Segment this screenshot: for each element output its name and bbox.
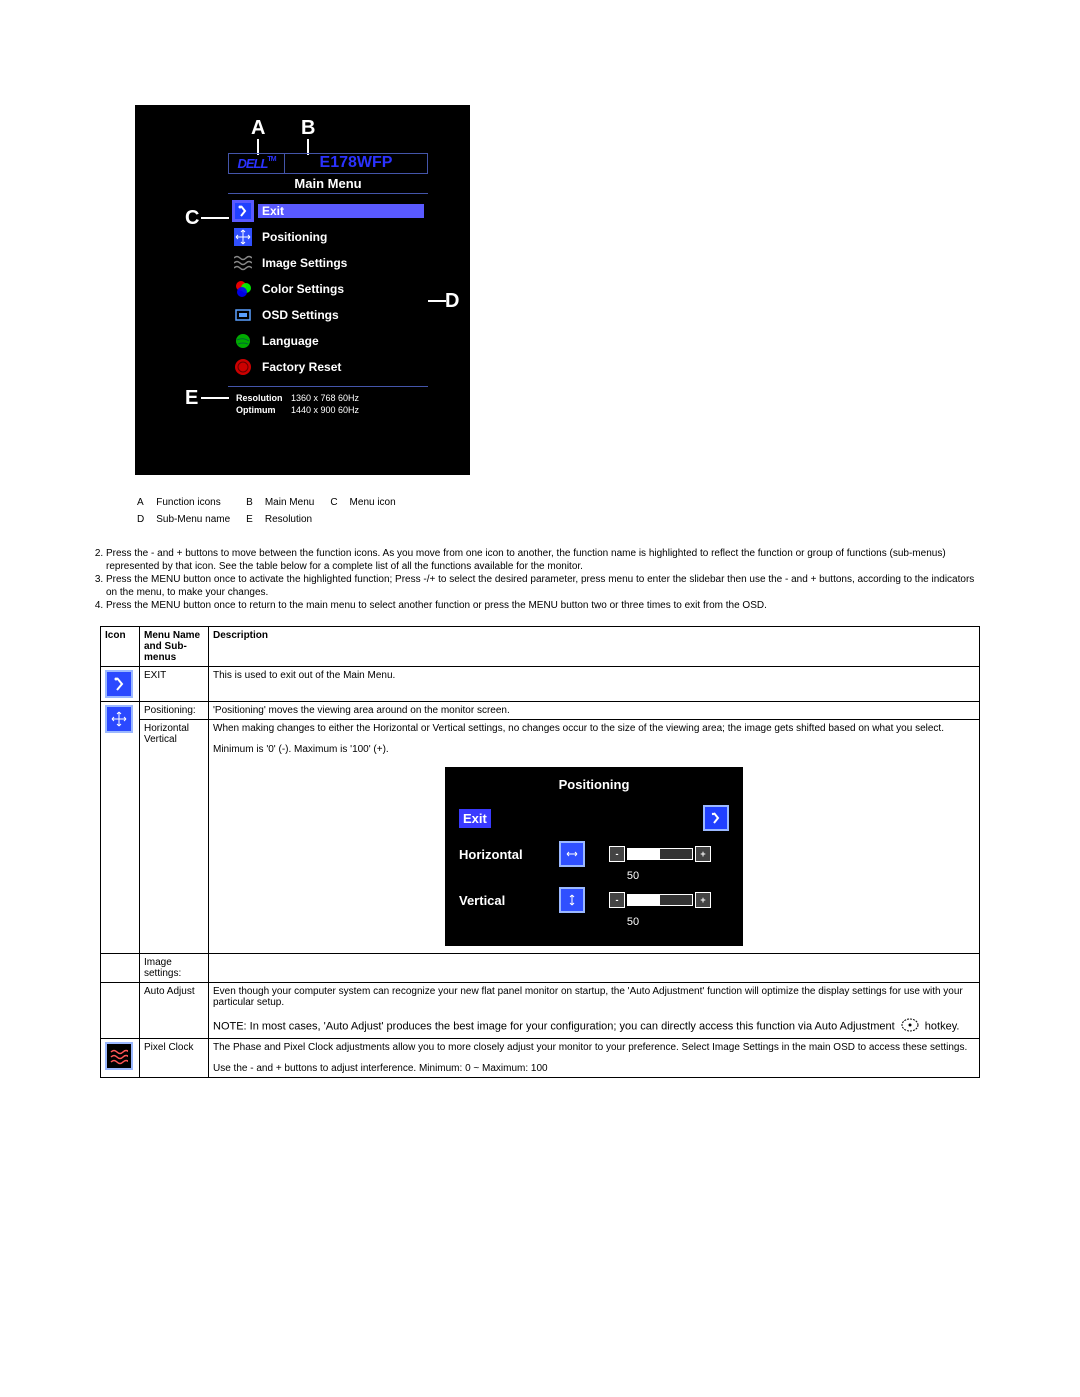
optimum-label: Optimum xyxy=(236,405,291,415)
resolution-label: Resolution xyxy=(236,393,291,403)
menu-label: Exit xyxy=(258,204,424,218)
optimum-value: 1440 x 900 60Hz xyxy=(291,405,420,415)
menu-item-color-settings[interactable]: Color Settings xyxy=(232,276,424,302)
callout-E: E xyxy=(185,387,198,410)
row-desc: Even though your computer system can rec… xyxy=(209,983,980,1039)
submenu-exit[interactable]: Exit xyxy=(459,800,729,836)
factory-reset-icon xyxy=(232,356,254,378)
step-3: Press the MENU button once to activate t… xyxy=(106,573,980,599)
menu-label: OSD Settings xyxy=(258,308,424,322)
vertical-slider[interactable]: -+ xyxy=(609,892,711,908)
positioning-submenu: Positioning Exit Horizontal xyxy=(445,767,743,946)
exit-icon xyxy=(703,805,729,831)
image-settings-icon xyxy=(232,252,254,274)
submenu-vertical[interactable]: Vertical -+ xyxy=(459,882,729,918)
vertical-arrows-icon xyxy=(559,887,585,913)
model-number: E178WFP xyxy=(285,154,427,173)
function-table: Icon Menu Name and Sub-menus Description… xyxy=(100,626,980,1078)
dell-logo: DELLTM xyxy=(229,154,285,173)
col-icon: Icon xyxy=(101,627,140,667)
callout-D: D xyxy=(445,290,459,313)
step-2: Press the - and + buttons to move betwee… xyxy=(106,547,980,573)
instruction-steps: Press the - and + buttons to move betwee… xyxy=(106,547,980,612)
menu-item-exit[interactable]: Exit xyxy=(232,198,424,224)
step-4: Press the MENU button once to return to … xyxy=(106,599,980,612)
table-row: Image settings: xyxy=(101,954,980,983)
row-sublabel: Pixel Clock xyxy=(140,1039,209,1078)
row-name: Positioning: xyxy=(140,702,209,720)
horizontal-arrows-icon xyxy=(559,841,585,867)
vertical-value: 50 xyxy=(537,916,729,928)
row-desc: 'Positioning' moves the viewing area aro… xyxy=(209,702,980,720)
menu-label: Positioning xyxy=(258,230,424,244)
horizontal-value: 50 xyxy=(537,870,729,882)
color-settings-icon xyxy=(232,278,254,300)
table-row: Horizontal Vertical When making changes … xyxy=(101,720,980,954)
menu-label: Language xyxy=(258,334,424,348)
menu-item-osd-settings[interactable]: OSD Settings xyxy=(232,302,424,328)
resolution-value: 1360 x 768 60Hz xyxy=(291,393,420,403)
row-desc: The Phase and Pixel Clock adjustments al… xyxy=(209,1039,980,1078)
table-row: EXIT This is used to exit out of the Mai… xyxy=(101,667,980,702)
row-sublabel: Auto Adjust xyxy=(140,983,209,1039)
positioning-icon xyxy=(232,226,254,248)
menu-item-factory-reset[interactable]: Factory Reset xyxy=(232,354,424,380)
col-name: Menu Name and Sub-menus xyxy=(140,627,209,667)
submenu-title: Positioning xyxy=(459,773,729,800)
menu-label: Factory Reset xyxy=(258,360,424,374)
table-row: Auto Adjust Even though your computer sy… xyxy=(101,983,980,1039)
horizontal-slider[interactable]: -+ xyxy=(609,846,711,862)
callout-legend: AFunction icons BMain Menu CMenu icon DS… xyxy=(135,493,412,529)
row-name: EXIT xyxy=(140,667,209,702)
osd-settings-icon xyxy=(232,304,254,326)
callout-A: A xyxy=(251,117,265,140)
exit-icon xyxy=(232,200,254,222)
auto-adjust-hotkey-icon xyxy=(901,1018,919,1035)
osd-panel: DELLTM E178WFP Main Menu Exit Positionin… xyxy=(228,153,428,421)
row-desc: This is used to exit out of the Main Men… xyxy=(209,667,980,702)
table-row: Positioning: 'Positioning' moves the vie… xyxy=(101,702,980,720)
resolution-block: Resolution 1360 x 768 60Hz Optimum 1440 … xyxy=(228,387,428,421)
positioning-icon xyxy=(105,705,133,733)
menu-item-positioning[interactable]: Positioning xyxy=(232,224,424,250)
submenu-horizontal[interactable]: Horizontal -+ xyxy=(459,836,729,872)
col-desc: Description xyxy=(209,627,980,667)
row-sublabel: Horizontal Vertical xyxy=(140,720,209,954)
menu-item-image-settings[interactable]: Image Settings xyxy=(232,250,424,276)
menu-label: Color Settings xyxy=(258,282,424,296)
row-name: Image settings: xyxy=(140,954,209,983)
callout-C: C xyxy=(185,207,199,230)
language-icon xyxy=(232,330,254,352)
row-desc: When making changes to either the Horizo… xyxy=(209,720,980,954)
table-row: Pixel Clock The Phase and Pixel Clock ad… xyxy=(101,1039,980,1078)
callout-B: B xyxy=(301,117,315,140)
menu-label: Image Settings xyxy=(258,256,424,270)
image-settings-icon xyxy=(105,1042,133,1070)
osd-screenshot: A B C D E DELLTM E178WFP Main Menu xyxy=(135,105,470,475)
menu-item-language[interactable]: Language xyxy=(232,328,424,354)
exit-icon xyxy=(105,670,133,698)
main-menu-title: Main Menu xyxy=(228,174,428,194)
